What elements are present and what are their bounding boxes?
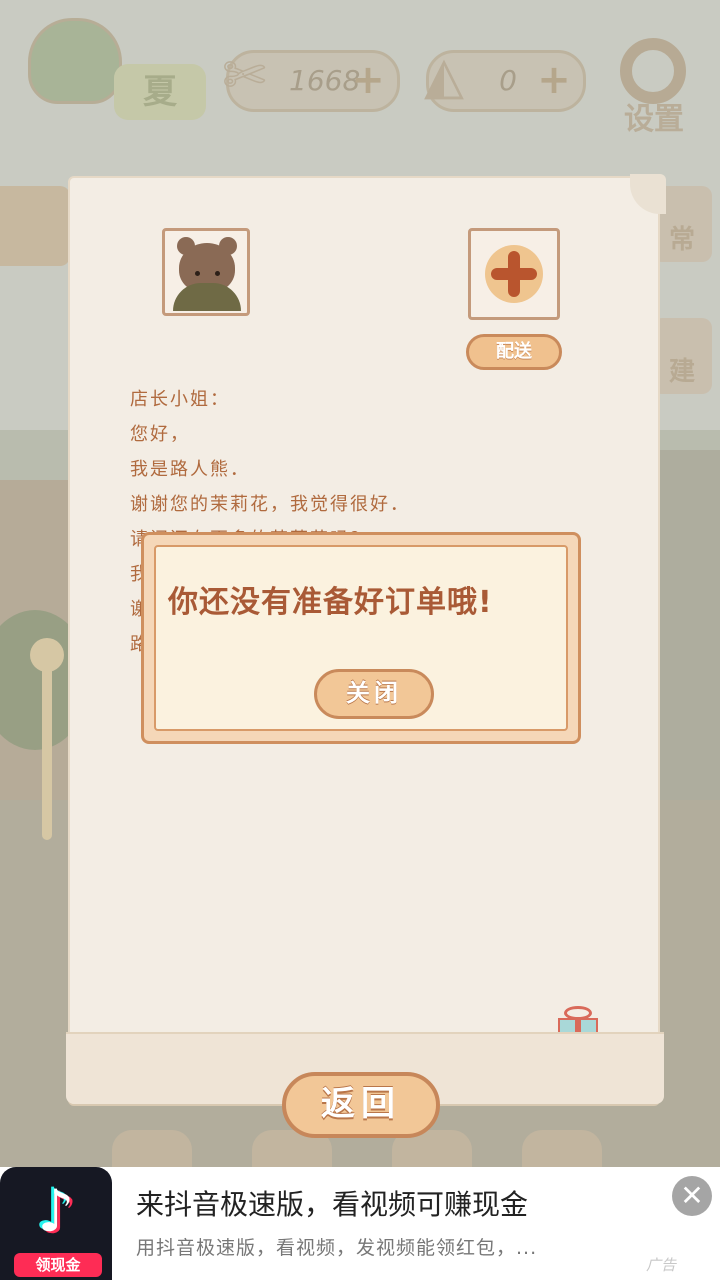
close-button[interactable]: 关闭 (314, 669, 434, 719)
cheese-counter: ◭ 0 + (424, 46, 586, 112)
letter-line: 我是路人熊． (130, 459, 250, 480)
tree-icon (28, 18, 122, 104)
street-lamp (30, 638, 64, 840)
cash-badge: 领现金 (14, 1253, 102, 1277)
alert-dialog-panel: 你还没有准备好订单哦! 关闭 (154, 545, 568, 731)
season-label: 夏 (114, 64, 206, 120)
bottom-icon (112, 1130, 192, 1170)
plus-icon (485, 245, 543, 303)
cheese-icon: ◭ (424, 46, 464, 106)
ad-title: 来抖音极速版，看视频可赚现金 (136, 1188, 529, 1221)
cheese-value: 0 (499, 64, 517, 97)
fish-counter: ✄ 1668 + (222, 46, 400, 112)
music-note-icon: ♪ (37, 1177, 75, 1245)
left-side-tab (0, 186, 70, 266)
add-item-slot[interactable] (468, 228, 560, 320)
letter-line: 店长小姐： (130, 389, 230, 410)
alert-dialog: 你还没有准备好订单哦! 关闭 (141, 532, 581, 744)
add-cheese-button[interactable]: + (537, 60, 571, 100)
ad-close-icon[interactable]: ✕ (672, 1176, 712, 1216)
letter-line: 谢谢您的茉莉花，我觉得很好． (130, 494, 410, 515)
bear-scarf (173, 283, 241, 311)
side-tag-build[interactable]: 建 (652, 318, 712, 394)
settings-label: 设置 (624, 102, 684, 137)
add-fish-button[interactable]: + (351, 60, 385, 100)
gift-icon[interactable] (554, 1000, 602, 1048)
ad-description: 用抖音极速版，看视频，发视频能领红包，... (136, 1237, 538, 1259)
douyin-logo: ♪ 领现金 (0, 1167, 112, 1280)
paper-curl (630, 174, 666, 214)
deliver-button[interactable]: 配送 (466, 334, 562, 370)
fishbone-icon: ✄ (222, 46, 266, 106)
settings-button[interactable]: 设置 (614, 38, 694, 137)
letter-line: 您好， (130, 424, 190, 445)
ad-banner[interactable]: ♪ 领现金 来抖音极速版，看视频可赚现金 用抖音极速版，看视频，发视频能领红包，… (0, 1167, 720, 1280)
alert-message: 你还没有准备好订单哦! (168, 585, 493, 620)
back-button[interactable]: 返回 (282, 1072, 440, 1138)
customer-portrait (162, 228, 250, 316)
fish-value: 1668 (289, 64, 361, 97)
bottom-icon (522, 1130, 602, 1170)
ad-label: 广告 (646, 1256, 677, 1274)
season-indicator[interactable]: 夏 (28, 18, 206, 120)
